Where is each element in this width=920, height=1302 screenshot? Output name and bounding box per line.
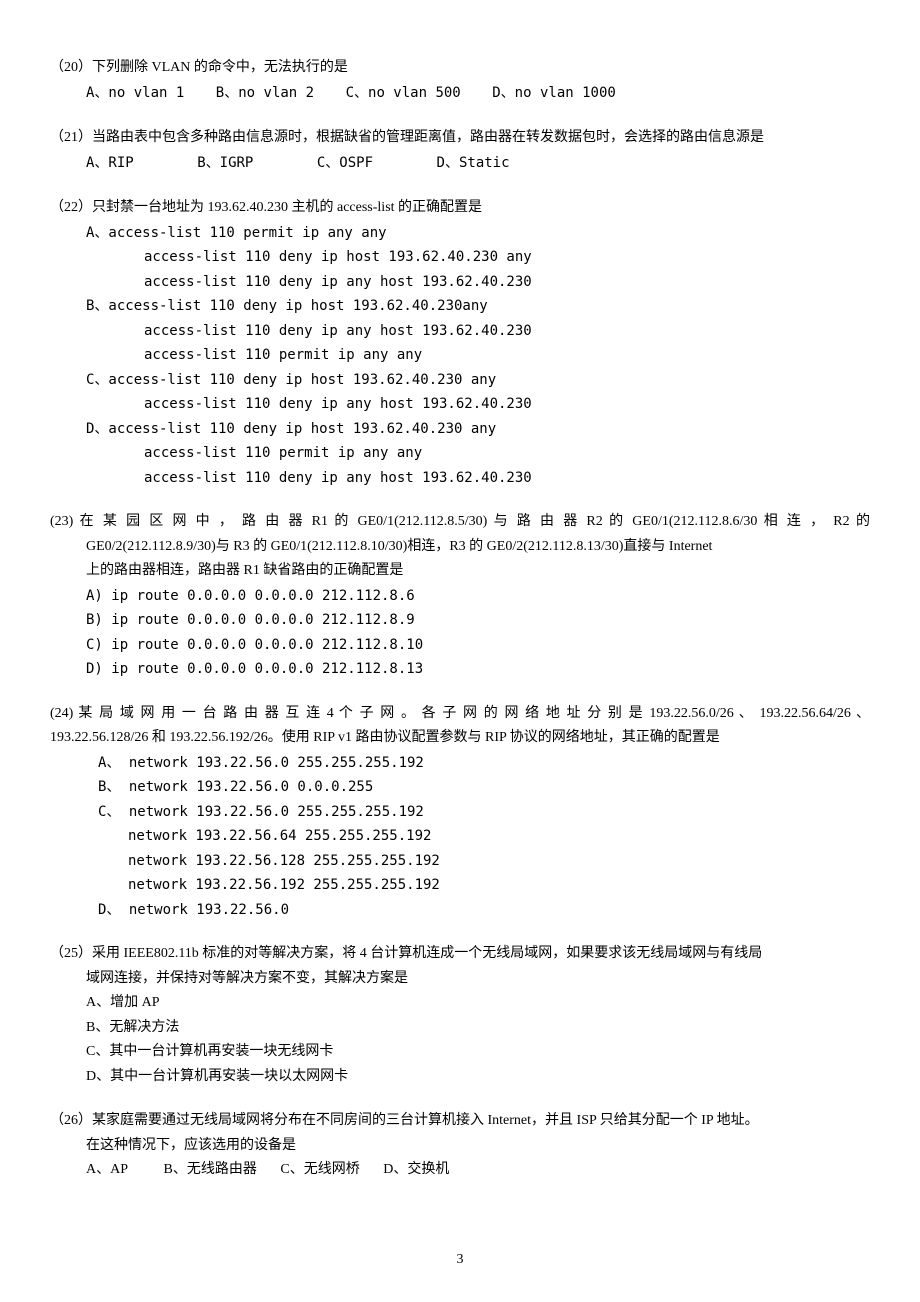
option-d: D、其中一台计算机再安装一块以太网网卡: [86, 1065, 870, 1090]
option-c: C、 network 193.22.56.0 255.255.255.192: [98, 800, 870, 825]
question-stem: （22）只封禁一台地址为 193.62.40.230 主机的 access-li…: [50, 196, 870, 221]
question-stem-line2: 在这种情况下，应该选用的设备是: [50, 1134, 870, 1159]
question-stem: （20）下列删除 VLAN 的命令中，无法执行的是: [50, 56, 870, 81]
option-a: A、增加 AP: [86, 991, 870, 1016]
option-d: D) ip route 0.0.0.0 0.0.0.0 212.112.8.13: [86, 657, 870, 682]
question-options: A) ip route 0.0.0.0 0.0.0.0 212.112.8.6 …: [50, 584, 870, 682]
question-stem-line1: （26）某家庭需要通过无线局域网将分布在不同房间的三台计算机接入 Interne…: [50, 1109, 870, 1134]
option-b: B、no vlan 2: [216, 81, 314, 106]
question-stem-line3: 上的路由器相连，路由器 R1 缺省路由的正确配置是: [50, 559, 870, 584]
option-a-line3: access-list 110 deny ip any host 193.62.…: [86, 270, 870, 295]
question-24: (24) 某 局 域 网 用 一 台 路 由 器 互 连 4 个 子 网 。 各…: [50, 702, 870, 923]
question-stem-line2: 域网连接，并保持对等解决方案不变，其解决方案是: [50, 967, 870, 992]
question-options: A、AP B、无线路由器 C、无线网桥 D、交换机: [50, 1158, 870, 1183]
question-options: A、增加 AP B、无解决方法 C、其中一台计算机再安装一块无线网卡 D、其中一…: [50, 991, 870, 1089]
option-b: B、IGRP: [197, 151, 253, 176]
question-26: （26）某家庭需要通过无线局域网将分布在不同房间的三台计算机接入 Interne…: [50, 1109, 870, 1183]
option-d: D、access-list 110 deny ip host 193.62.40…: [86, 417, 870, 442]
question-20: （20）下列删除 VLAN 的命令中，无法执行的是 A、no vlan 1 B、…: [50, 56, 870, 106]
question-stem-line1: （25）采用 IEEE802.11b 标准的对等解决方案，将 4 台计算机连成一…: [50, 942, 870, 967]
option-a-line2: access-list 110 deny ip host 193.62.40.2…: [86, 245, 870, 270]
option-b: B、无线路由器: [164, 1158, 257, 1183]
option-d: D、Static: [437, 151, 510, 176]
option-c-line3: network 193.22.56.128 255.255.255.192: [98, 849, 870, 874]
option-c: C、access-list 110 deny ip host 193.62.40…: [86, 368, 870, 393]
option-b: B) ip route 0.0.0.0 0.0.0.0 212.112.8.9: [86, 608, 870, 633]
question-stem-line2: 193.22.56.128/26 和 193.22.56.192/26。使用 R…: [50, 726, 870, 751]
question-options: A、no vlan 1 B、no vlan 2 C、no vlan 500 D、…: [50, 81, 870, 107]
question-options: A、RIP B、IGRP C、OSPF D、Static: [50, 151, 870, 177]
option-a: A、no vlan 1: [86, 81, 184, 106]
option-c-line2: access-list 110 deny ip any host 193.62.…: [86, 392, 870, 417]
question-options: A、access-list 110 permit ip any any acce…: [50, 221, 870, 491]
question-23: (23) 在 某 园 区 网 中 ， 路 由 器 R1 的 GE0/1(212.…: [50, 510, 870, 682]
option-a: A、RIP: [86, 151, 134, 176]
option-a: A、AP: [86, 1158, 128, 1183]
question-21: （21）当路由表中包含多种路由信息源时，根据缺省的管理距离值，路由器在转发数据包…: [50, 126, 870, 176]
question-stem-line2: GE0/2(212.112.8.9/30)与 R3 的 GE0/1(212.11…: [50, 535, 870, 560]
option-b: B、 network 193.22.56.0 0.0.0.255: [98, 775, 870, 800]
option-d-line2: access-list 110 permit ip any any: [86, 441, 870, 466]
option-c-line4: network 193.22.56.192 255.255.255.192: [98, 873, 870, 898]
option-c: C、no vlan 500: [346, 81, 461, 106]
question-stem-line1: (24) 某 局 域 网 用 一 台 路 由 器 互 连 4 个 子 网 。 各…: [50, 702, 870, 727]
question-stem: （21）当路由表中包含多种路由信息源时，根据缺省的管理距离值，路由器在转发数据包…: [50, 126, 870, 151]
option-d: D、no vlan 1000: [492, 81, 616, 106]
option-c: C) ip route 0.0.0.0 0.0.0.0 212.112.8.10: [86, 633, 870, 658]
option-c: C、其中一台计算机再安装一块无线网卡: [86, 1040, 870, 1065]
question-22: （22）只封禁一台地址为 193.62.40.230 主机的 access-li…: [50, 196, 870, 490]
option-b: B、access-list 110 deny ip host 193.62.40…: [86, 294, 870, 319]
option-b: B、无解决方法: [86, 1016, 870, 1041]
option-c-line2: network 193.22.56.64 255.255.255.192: [98, 824, 870, 849]
page-number: 3: [0, 1248, 920, 1273]
option-c: C、OSPF: [317, 151, 373, 176]
option-d: D、 network 193.22.56.0: [98, 898, 870, 923]
question-options: A、 network 193.22.56.0 255.255.255.192 B…: [50, 751, 870, 923]
question-25: （25）采用 IEEE802.11b 标准的对等解决方案，将 4 台计算机连成一…: [50, 942, 870, 1089]
option-a: A、 network 193.22.56.0 255.255.255.192: [98, 751, 870, 776]
option-a: A) ip route 0.0.0.0 0.0.0.0 212.112.8.6: [86, 584, 870, 609]
option-b-line2: access-list 110 deny ip any host 193.62.…: [86, 319, 870, 344]
option-a: A、access-list 110 permit ip any any: [86, 221, 870, 246]
option-d-line3: access-list 110 deny ip any host 193.62.…: [86, 466, 870, 491]
option-d: D、交换机: [383, 1158, 449, 1183]
option-b-line3: access-list 110 permit ip any any: [86, 343, 870, 368]
question-stem-line1: (23) 在 某 园 区 网 中 ， 路 由 器 R1 的 GE0/1(212.…: [50, 510, 870, 535]
option-c: C、无线网桥: [280, 1158, 359, 1183]
